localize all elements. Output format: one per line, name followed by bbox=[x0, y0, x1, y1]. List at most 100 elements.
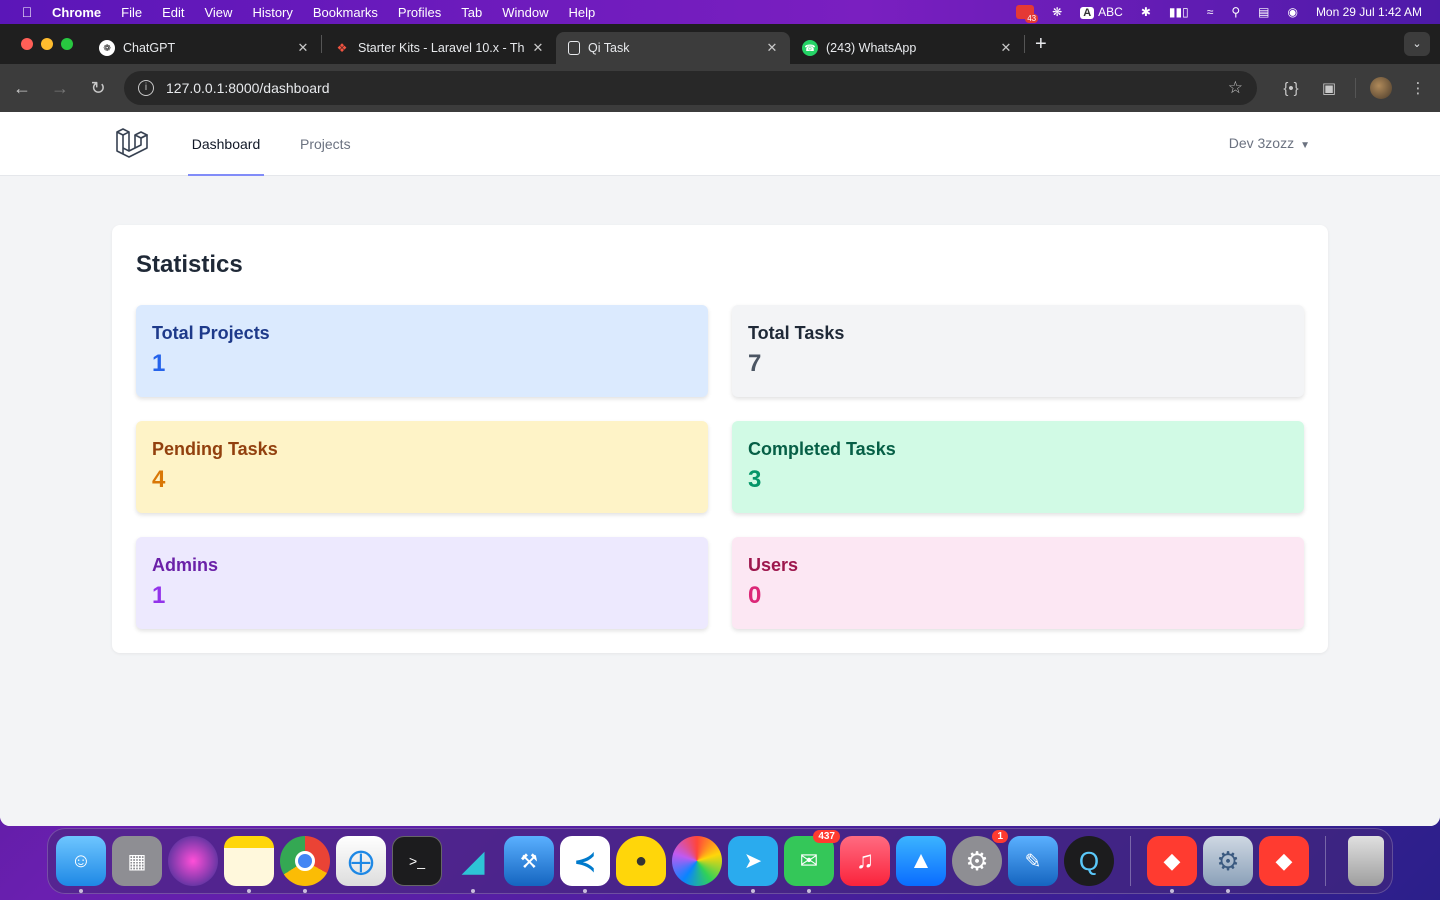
fullscreen-window-button[interactable] bbox=[61, 38, 73, 50]
tab-whatsapp[interactable]: ☎ (243) WhatsApp ✕ bbox=[790, 32, 1024, 64]
status-area: 43 ❋ A ABC ✱ ▮▮▯ ≈ ⚲ ▤ ◉ Mon 29 Jul 1:42 … bbox=[1016, 5, 1440, 23]
xcode-icon[interactable]: ⚒ bbox=[504, 836, 554, 886]
siri-app-icon[interactable] bbox=[168, 836, 218, 886]
window-controls bbox=[0, 38, 87, 50]
safari-icon[interactable]: ⨁ bbox=[336, 836, 386, 886]
close-tab-icon[interactable]: ✕ bbox=[295, 40, 311, 56]
profile-avatar[interactable] bbox=[1370, 77, 1392, 99]
messages-icon[interactable]: ✉ 437 bbox=[784, 830, 840, 893]
search-icon[interactable]: ⚲ bbox=[1231, 5, 1240, 19]
tab-qi-task[interactable]: Qi Task ✕ bbox=[556, 32, 790, 64]
statistics-card: Statistics Total Projects 1 Total Tasks … bbox=[112, 225, 1328, 653]
menu-file[interactable]: File bbox=[121, 5, 142, 20]
minimize-window-button[interactable] bbox=[41, 38, 53, 50]
menu-profiles[interactable]: Profiles bbox=[398, 5, 441, 20]
wifi-icon[interactable]: ≈ bbox=[1207, 5, 1214, 19]
laravel-logo-icon[interactable] bbox=[114, 126, 150, 162]
extension-icon[interactable]: {•} bbox=[1279, 80, 1303, 97]
running-indicator bbox=[751, 889, 755, 893]
notes-icon[interactable] bbox=[224, 836, 274, 893]
running-indicator bbox=[1170, 889, 1174, 893]
photos-icon[interactable] bbox=[672, 836, 722, 886]
cyberduck-icon[interactable]: ● bbox=[616, 836, 666, 886]
tab-search-button[interactable]: ⌄ bbox=[1404, 32, 1430, 56]
bluetooth-icon[interactable]: ✱ bbox=[1141, 5, 1151, 19]
menu-app-name[interactable]: Chrome bbox=[52, 5, 101, 20]
extensions-puzzle-icon[interactable]: ▣ bbox=[1317, 79, 1341, 97]
stat-users: Users 0 bbox=[732, 537, 1304, 629]
close-tab-icon[interactable]: ✕ bbox=[998, 40, 1014, 56]
chrome-menu-icon[interactable]: ⋮ bbox=[1406, 79, 1430, 97]
menu-history[interactable]: History bbox=[252, 5, 292, 20]
menu-bookmarks[interactable]: Bookmarks bbox=[313, 5, 378, 20]
site-info-icon[interactable]: i bbox=[138, 80, 154, 96]
control-center-icon[interactable]: ▤ bbox=[1258, 5, 1269, 19]
vscode-icon[interactable]: ≺ bbox=[560, 836, 610, 893]
siri-icon[interactable]: ◉ bbox=[1287, 5, 1297, 19]
input-source[interactable]: A ABC bbox=[1080, 5, 1123, 19]
stat-title: Total Tasks bbox=[748, 323, 845, 343]
stat-value: 4 bbox=[152, 466, 166, 493]
system-settings-icon[interactable]: ⚙ 1 bbox=[952, 830, 1008, 886]
new-tab-button[interactable]: + bbox=[1025, 33, 1057, 56]
browser-window: ❁ ChatGPT ✕ ❖ Starter Kits - Laravel 10.… bbox=[0, 24, 1440, 826]
tab-chatgpt[interactable]: ❁ ChatGPT ✕ bbox=[87, 32, 321, 64]
stat-title: Admins bbox=[152, 555, 219, 575]
stat-title: Completed Tasks bbox=[748, 439, 896, 459]
address-bar[interactable]: i 127.0.0.1:8000/dashboard ☆ bbox=[124, 71, 1257, 105]
running-indicator bbox=[471, 889, 475, 893]
finder-icon[interactable]: ☺ bbox=[56, 836, 106, 893]
forward-icon[interactable]: → bbox=[48, 78, 72, 99]
menu-window[interactable]: Window bbox=[502, 5, 548, 20]
notification-app-icon[interactable]: 43 bbox=[1016, 5, 1039, 23]
messages-badge: 437 bbox=[813, 830, 840, 843]
menu-tab[interactable]: Tab bbox=[461, 5, 482, 20]
trash-icon[interactable] bbox=[1348, 836, 1384, 886]
dock-divider bbox=[1325, 836, 1326, 886]
anydesk-icon[interactable]: ◆ bbox=[1147, 836, 1197, 893]
nav-projects-link[interactable]: Projects bbox=[300, 112, 351, 176]
app-navigation: Dashboard Projects Dev 3zozz ▼ bbox=[0, 112, 1440, 176]
stat-total-projects: Total Projects 1 bbox=[136, 305, 708, 397]
stat-value: 0 bbox=[748, 582, 762, 609]
page-content: Dashboard Projects Dev 3zozz ▼ Statistics… bbox=[0, 112, 1440, 826]
stat-value: 1 bbox=[152, 350, 166, 377]
anydesk-icon-2[interactable]: ◆ bbox=[1259, 836, 1309, 886]
reload-icon[interactable]: ↻ bbox=[86, 78, 110, 99]
app-teal-icon[interactable]: ◢ bbox=[448, 836, 498, 893]
user-menu-dropdown[interactable]: Dev 3zozz ▼ bbox=[1229, 112, 1310, 176]
simulator-icon[interactable]: ✎ bbox=[1008, 836, 1058, 886]
running-indicator bbox=[303, 889, 307, 893]
tab-strip: ❁ ChatGPT ✕ ❖ Starter Kits - Laravel 10.… bbox=[0, 24, 1440, 64]
running-indicator bbox=[247, 889, 251, 893]
terminal-icon[interactable]: >_ bbox=[392, 836, 442, 886]
close-window-button[interactable] bbox=[21, 38, 33, 50]
url-text[interactable]: 127.0.0.1:8000/dashboard bbox=[166, 80, 1228, 96]
menu-help[interactable]: Help bbox=[569, 5, 596, 20]
battery-icon[interactable]: ▮▮▯ bbox=[1169, 5, 1189, 19]
chrome-icon[interactable] bbox=[280, 836, 330, 893]
tab-laravel[interactable]: ❖ Starter Kits - Laravel 10.x - Th ✕ bbox=[322, 32, 556, 64]
app-store-icon[interactable]: ▲ bbox=[896, 836, 946, 886]
stat-value: 3 bbox=[748, 466, 762, 493]
quicktime-icon[interactable]: Q bbox=[1064, 836, 1114, 886]
perplexity-icon[interactable]: ❋ bbox=[1052, 5, 1062, 19]
close-tab-icon[interactable]: ✕ bbox=[530, 40, 546, 56]
preferences-gear-icon[interactable]: ⚙ bbox=[1203, 836, 1253, 893]
nav-dashboard-link[interactable]: Dashboard bbox=[188, 112, 264, 176]
page-icon bbox=[568, 41, 580, 55]
menu-view[interactable]: View bbox=[204, 5, 232, 20]
telegram-icon[interactable]: ➤ bbox=[728, 836, 778, 893]
bookmark-star-icon[interactable]: ☆ bbox=[1228, 78, 1243, 98]
stat-pending-tasks: Pending Tasks 4 bbox=[136, 421, 708, 513]
launchpad-icon[interactable]: ▦ bbox=[112, 836, 162, 886]
running-indicator bbox=[807, 889, 811, 893]
clock[interactable]: Mon 29 Jul 1:42 AM bbox=[1316, 5, 1422, 19]
apple-menu-icon[interactable]:  bbox=[18, 4, 36, 20]
music-icon[interactable]: ♫ bbox=[840, 836, 890, 886]
macos-menu-bar:  Chrome File Edit View History Bookmark… bbox=[0, 0, 1440, 24]
close-tab-icon[interactable]: ✕ bbox=[764, 40, 780, 56]
back-icon[interactable]: ← bbox=[10, 78, 34, 99]
statistics-heading: Statistics bbox=[136, 251, 243, 278]
menu-edit[interactable]: Edit bbox=[162, 5, 184, 20]
